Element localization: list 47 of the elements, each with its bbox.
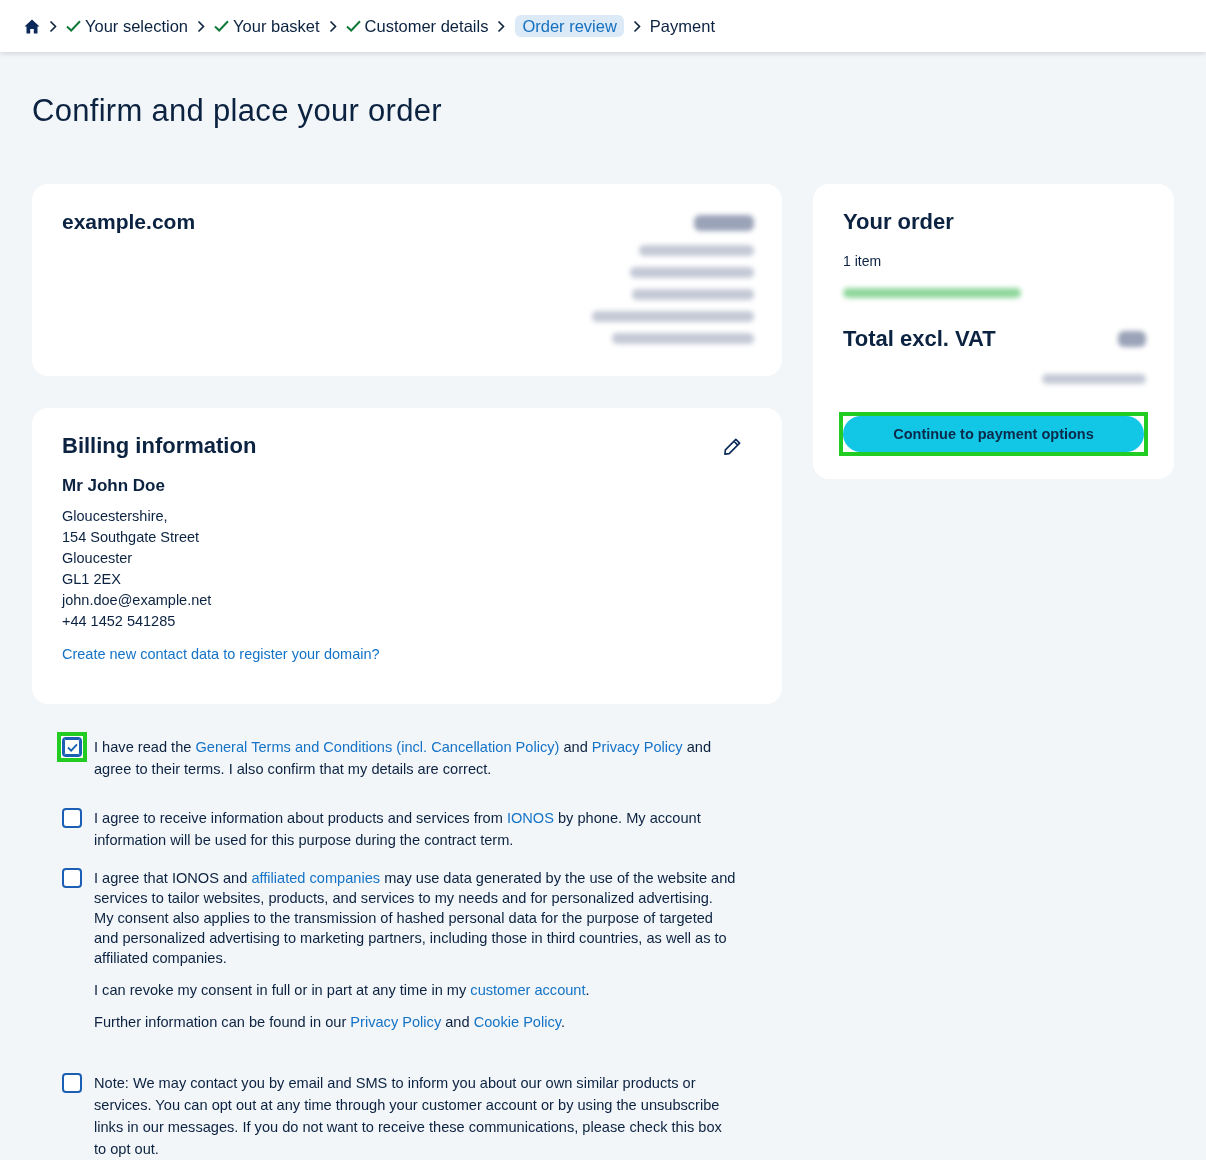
check-icon [214, 20, 230, 32]
text-link[interactable]: General Terms and Conditions (incl. Cancellation Policy) [195, 739, 560, 755]
text-link[interactable]: Privacy Policy [591, 739, 683, 755]
chevron-icon [632, 19, 641, 33]
text-link[interactable]: Cookie Policy [473, 1014, 561, 1030]
check-icon [345, 20, 361, 32]
contact-data-link[interactable]: Create new contact data to register your domain? [62, 644, 380, 665]
order-title: Your order [843, 208, 955, 236]
breadcrumb-step[interactable]: Your basket [214, 15, 320, 37]
checkbox[interactable] [62, 1073, 82, 1093]
pencil-icon[interactable] [723, 436, 742, 456]
customer-name: Mr John Doe [62, 475, 165, 497]
consent-text: I agree to receive information about products and services from IONOS by phone. My account information will be used for this purpose during the contract term. [94, 809, 702, 850]
checkmark-icon [66, 742, 78, 752]
chevron-icon [497, 19, 506, 33]
consent-text: I have read the General Terms and Conditions (incl. Cancellation Policy) and Privacy Policy and agree to their terms. I also confirm that my details are correct. [94, 738, 713, 779]
chevron-icon [328, 19, 337, 33]
domain-name: example.com [62, 209, 196, 235]
consent-text: Note: We may contact you by email and SMS to inform you about our own similar products or services. You can opt out at any time through your customer account or by using the unsubscribe links in our messages. If you do not want to receive these communications, please check this box to opt out. [94, 1074, 723, 1159]
checkbox[interactable] [62, 868, 82, 888]
check-icon [66, 20, 81, 32]
address-line: Gloucester [62, 549, 133, 568]
address-line: 154 Southgate Street [62, 528, 200, 547]
address-line: Gloucestershire, [62, 507, 168, 526]
text-link[interactable]: IONOS [506, 810, 554, 826]
chevron-icon [49, 19, 57, 33]
breadcrumb-step[interactable]: Your selection [66, 15, 189, 37]
consent-text: I can revoke my consent in full or in part at any time in my customer account. [94, 981, 591, 1000]
item-count: 1 item [843, 252, 882, 271]
consent-text: I agree that IONOS and affiliated companies may use data generated by the use of the website and services to tailor websites, products, and services to my needs and for personalized advertising. My consent also applies to the transmission of hashed personal data for the purpose of targeted and personalized advertising to marketing partners, including those in third countries, as well as to affiliated companies. [94, 869, 736, 968]
home-icon[interactable] [24, 18, 40, 34]
chevron-icon [197, 19, 206, 33]
text-link[interactable]: Privacy Policy [350, 1014, 442, 1030]
address-line: GL1 2EX [62, 570, 121, 589]
address-line: +44 1452 541285 [62, 612, 176, 631]
text-link[interactable]: customer account [470, 982, 586, 998]
continue-button[interactable]: Continue to payment options [843, 416, 1144, 452]
breadcrumb-step[interactable]: Customer details [345, 15, 489, 37]
breadcrumb-step: Payment [649, 15, 715, 37]
billing-title: Billing information [62, 432, 257, 460]
breadcrumb-step[interactable]: Order review [515, 15, 624, 37]
text-link[interactable]: affiliated companies [251, 870, 381, 886]
checkbox[interactable] [62, 808, 82, 828]
address-line: john.doe@example.net [62, 591, 212, 610]
consent-text: Further information can be found in our Privacy Policy and Cookie Policy. [94, 1013, 567, 1032]
total-label: Total excl. VAT [843, 325, 996, 353]
page-title: Confirm and place your order [32, 92, 442, 130]
